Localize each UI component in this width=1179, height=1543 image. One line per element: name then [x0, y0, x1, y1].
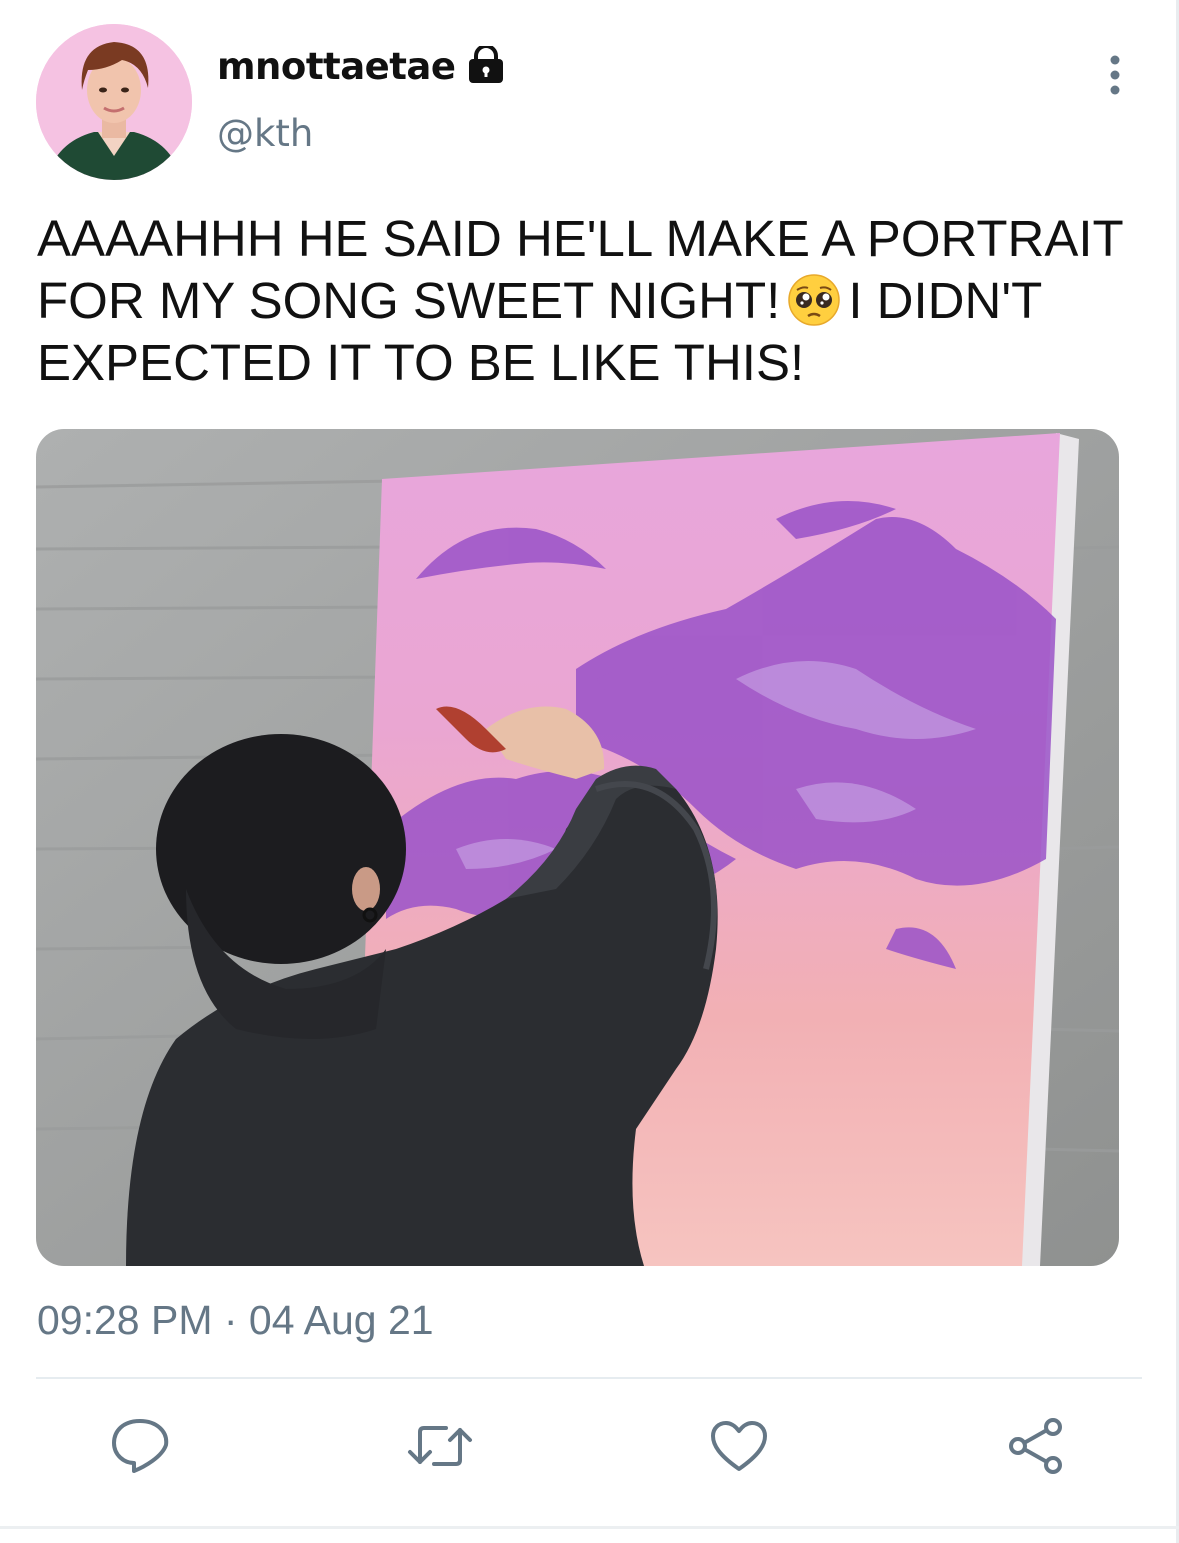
author-name-row: mnottaetae	[217, 44, 506, 89]
reply-icon	[108, 1415, 172, 1482]
retweet-button[interactable]	[404, 1412, 476, 1484]
like-button[interactable]	[703, 1412, 775, 1484]
reply-button[interactable]	[104, 1412, 176, 1484]
share-icon	[1005, 1416, 1067, 1481]
divider	[36, 1377, 1142, 1379]
tweet-text-line-3: EXPECTED IT TO BE LIKE THIS!	[37, 334, 805, 391]
tweet-media-image[interactable]	[36, 429, 1119, 1266]
retweet-icon	[406, 1418, 474, 1479]
tweet-timestamp[interactable]: 09:28 PM · 04 Aug 21	[37, 1297, 434, 1344]
tweet-text-line-2a: FOR MY SONG SWEET NIGHT!	[37, 272, 781, 329]
display-name[interactable]: mnottaetae	[217, 45, 456, 88]
tweet-text: AAAAHHH HE SAID HE'LL MAKE A PORTRAIT FO…	[37, 208, 1147, 394]
more-vertical-icon[interactable]	[1098, 52, 1132, 98]
tweet-text-line-2b: I DIDN'T	[848, 272, 1043, 329]
user-handle[interactable]: @kth	[217, 112, 313, 155]
tweet-text-line-1: AAAAHHH HE SAID HE'LL MAKE A PORTRAIT	[37, 210, 1124, 267]
lock-icon	[466, 44, 506, 89]
pleading-face-emoji	[784, 273, 844, 327]
bottom-edge-border	[0, 1526, 1179, 1529]
avatar[interactable]	[36, 24, 192, 180]
share-button[interactable]	[1000, 1412, 1072, 1484]
heart-icon	[709, 1419, 769, 1478]
